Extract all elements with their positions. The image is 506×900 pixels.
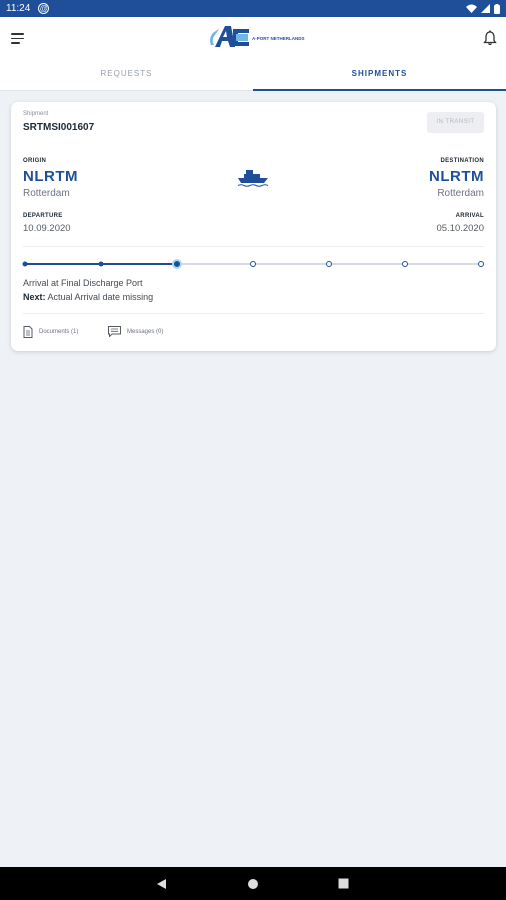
timeline-step-1	[22, 261, 28, 267]
shipment-id: SRTMSI001607	[23, 122, 95, 133]
app-bar: A-PORT NETHERLANDS	[0, 17, 506, 61]
timeline-step-7	[478, 261, 484, 267]
timeline-step-3	[172, 259, 182, 269]
departure-label: DEPARTURE	[23, 213, 63, 219]
navigation-bar	[0, 867, 506, 900]
company-logo: A-PORT NETHERLANDS	[210, 26, 305, 47]
timeline-step-4	[250, 261, 256, 267]
battery-icon	[494, 3, 500, 14]
shipment-label: Shipment	[23, 111, 49, 117]
origin-label: ORIGIN	[23, 158, 47, 164]
destination-code: NLRTM	[429, 168, 484, 185]
bell-icon[interactable]	[483, 30, 497, 46]
documents-label: Documents (1)	[39, 329, 79, 335]
timeline-step-6	[402, 261, 408, 267]
ship-icon	[237, 170, 269, 187]
next-label: Next:	[23, 292, 46, 302]
next-value: Actual Arrival date missing	[47, 292, 154, 302]
arrival-date: 05.10.2020	[436, 223, 484, 234]
home-icon[interactable]	[247, 878, 259, 890]
departure-date: 10.09.2020	[23, 223, 71, 234]
arrival-label: ARRIVAL	[455, 213, 484, 219]
signal-icon	[481, 4, 490, 13]
next-step-text: Next: Actual Arrival date missing	[23, 292, 153, 302]
origin-code: NLRTM	[23, 168, 78, 185]
origin-city: Rotterdam	[23, 188, 70, 199]
hamburger-menu-icon[interactable]	[11, 33, 24, 44]
status-badge: IN TRANSIT	[427, 112, 484, 133]
tab-bar: REQUESTS SHIPMENTS	[0, 61, 506, 91]
messages-link[interactable]: Messages (0)	[108, 326, 163, 337]
back-icon[interactable]	[156, 878, 167, 890]
at-sign-icon: @	[38, 3, 50, 14]
message-icon	[108, 326, 121, 337]
timeline-step-2	[98, 261, 104, 267]
status-time: 11:24	[6, 3, 31, 14]
destination-city: Rotterdam	[437, 188, 484, 199]
messages-label: Messages (0)	[127, 328, 164, 335]
divider	[23, 246, 484, 247]
recents-icon[interactable]	[338, 878, 349, 889]
destination-label: DESTINATION	[440, 158, 484, 164]
tab-shipments[interactable]: SHIPMENTS	[253, 61, 506, 91]
status-bar: 11:24 @	[0, 0, 506, 17]
document-icon	[23, 326, 33, 338]
current-status-text: Arrival at Final Discharge Port	[23, 278, 143, 288]
wifi-icon	[466, 4, 477, 13]
timeline-step-5	[326, 261, 332, 267]
documents-link[interactable]: Documents (1)	[23, 326, 78, 338]
shipment-card[interactable]: Shipment SRTMSI001607 IN TRANSIT ORIGIN …	[11, 102, 496, 351]
divider	[23, 313, 484, 314]
tab-requests[interactable]: REQUESTS	[0, 61, 253, 90]
logo-text: A-PORT NETHERLANDS	[252, 36, 305, 41]
